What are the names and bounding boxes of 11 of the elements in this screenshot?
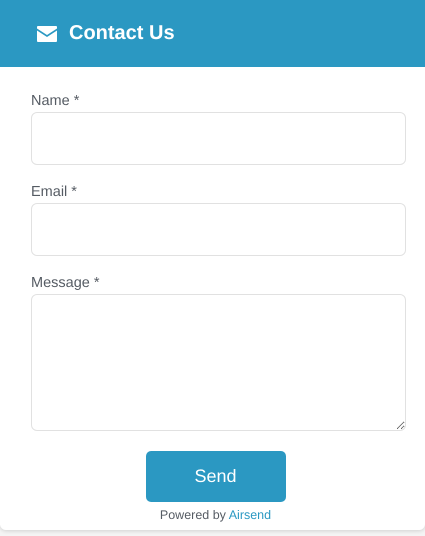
- airsend-link[interactable]: Airsend: [228, 508, 272, 522]
- envelope-icon: [37, 26, 57, 42]
- form-title: Contact Us: [69, 22, 175, 45]
- input-field[interactable]: [31, 294, 406, 431]
- powered-by-text: Powered by Airsend: [160, 508, 272, 522]
- field-label: Name *: [31, 93, 80, 109]
- input-field[interactable]: [31, 112, 406, 165]
- send-button[interactable]: Send: [146, 451, 286, 502]
- field-label: Email *: [31, 184, 77, 200]
- field-label: Message *: [31, 275, 100, 291]
- input-field[interactable]: [31, 203, 406, 256]
